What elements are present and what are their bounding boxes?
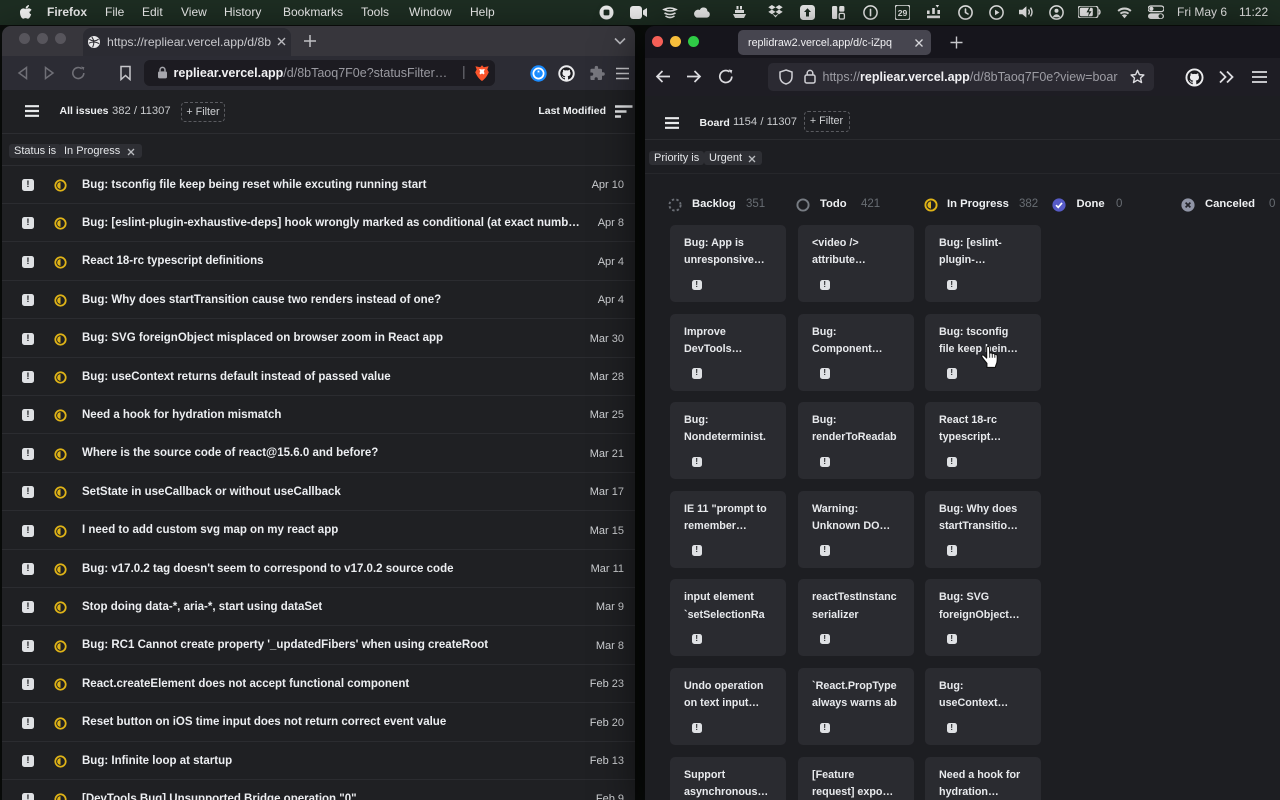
svg-text:29: 29 — [898, 8, 908, 18]
